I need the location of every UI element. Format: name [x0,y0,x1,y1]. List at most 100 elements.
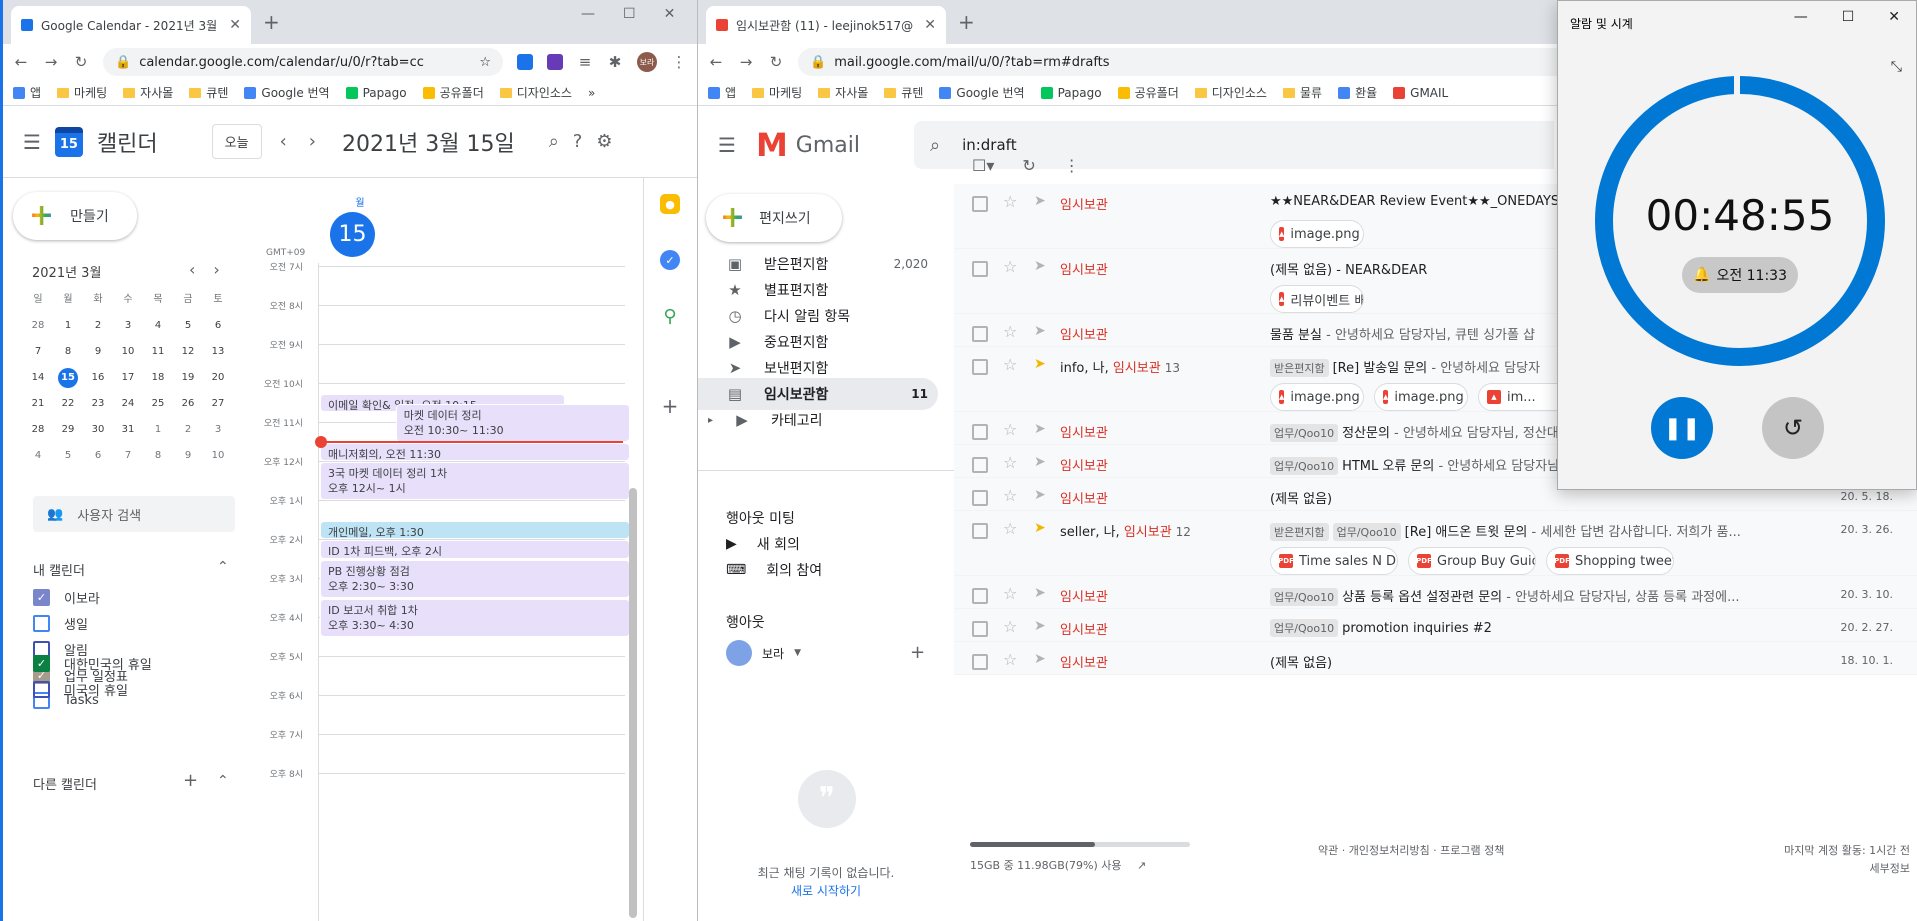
email-row[interactable]: ☆ ➤ 임시보관 업무/Qoo10 상품 등록 옵션 설정관련 문의 - 안녕하세요 담… [954,576,1917,609]
mini-day[interactable]: 18 [143,368,173,388]
day-number[interactable]: 15 [330,212,375,257]
compact-overlay-icon[interactable]: ⤡ [1891,59,1902,75]
email-label[interactable]: 업무/Qoo10 [1270,457,1339,475]
email-checkbox[interactable] [972,523,988,539]
bookmark-item[interactable]: 마케팅 [752,84,802,101]
importance-icon[interactable]: ➤ [1034,193,1046,209]
bookmark-apps[interactable]: 앱 [13,84,41,101]
today-button[interactable]: 오늘 [211,124,262,159]
bookmark-star-icon[interactable]: ☆ [479,55,491,70]
open-external-icon[interactable]: ↗ [1137,859,1146,872]
meet-join-meeting[interactable]: ⌨ 회의 참여 [726,560,822,580]
mini-day[interactable]: 27 [203,394,233,414]
email-checkbox[interactable] [972,261,988,277]
email-checkbox[interactable] [972,621,988,637]
reload-icon[interactable]: ↻ [73,53,89,71]
minimize-icon[interactable]: — [581,6,595,22]
mini-day[interactable]: 23 [83,394,113,414]
attachment-chip[interactable]: ▲ image.png [1374,383,1468,411]
back-icon[interactable]: ← [13,53,29,71]
calendar-item[interactable]: 미국의 휴일 [33,680,128,699]
importance-icon[interactable]: ➤ [1034,258,1046,274]
forward-icon[interactable]: → [43,53,59,71]
mini-day[interactable]: 2 [83,316,113,336]
bookmark-item[interactable]: Papago [1040,86,1102,100]
nav-item[interactable]: ▸ ▶ 카테고리 [698,404,938,436]
mini-day[interactable]: 5 [53,446,83,466]
star-icon[interactable]: ☆ [1003,650,1017,669]
add-chat-icon[interactable]: + [910,642,925,663]
reset-button[interactable]: ↺ [1762,397,1824,459]
details-link[interactable]: 세부정보 [1740,860,1910,878]
email-label[interactable]: 업무/Qoo10 [1332,523,1401,541]
user-search-field[interactable]: 👥 사용자 검색 [33,496,235,532]
email-label[interactable]: 받은편지함 [1270,359,1329,377]
tab-google-calendar[interactable]: Google Calendar - 2021년 3월 ✕ [11,6,251,44]
importance-icon[interactable]: ➤ [1034,454,1046,470]
calendar-event[interactable]: 3국 마켓 데이터 정리 1차 오후 12시~ 1시 [320,462,630,500]
importance-icon[interactable]: ➤ [1034,585,1046,601]
email-row[interactable]: ☆ ➤ seller, 나, 임시보관 12 받은편지함 업무/Qoo10 [Re] 애드온… [954,511,1917,576]
minimize-icon[interactable]: — [1794,9,1808,25]
mini-day[interactable]: 21 [23,394,53,414]
close-window-icon[interactable]: ✕ [1888,9,1900,25]
list-extension-icon[interactable]: ≡ [577,53,593,71]
bookmark-item[interactable]: 공유폴더 [1117,84,1179,101]
email-label[interactable]: 업무/Qoo10 [1270,424,1339,442]
keep-icon[interactable]: ● [660,194,680,214]
mini-day[interactable]: 28 [23,420,53,440]
star-icon[interactable]: ☆ [1003,257,1017,276]
mini-day[interactable]: 4 [23,446,53,466]
mini-day[interactable]: 29 [53,420,83,440]
new-tab-icon[interactable]: + [958,10,975,34]
add-calendar-icon[interactable]: + [183,770,198,791]
star-icon[interactable]: ☆ [1003,584,1017,603]
calendar-item[interactable]: 생일 [33,614,88,633]
mini-day[interactable]: 8 [53,342,83,362]
mini-day[interactable]: 2 [173,420,203,440]
importance-icon[interactable]: ➤ [1034,421,1046,437]
bookmark-item[interactable]: 물류 [1282,84,1322,101]
bookmark-item[interactable]: 앱 [708,84,736,101]
new-tab-icon[interactable]: + [263,10,280,34]
importance-icon[interactable]: ➤ [1034,487,1046,503]
calendar-checkbox[interactable]: ✓ [33,655,50,672]
back-icon[interactable]: ← [708,53,724,71]
refresh-icon[interactable]: ↻ [1022,156,1035,175]
mini-day[interactable]: 3 [203,420,233,440]
star-icon[interactable]: ☆ [1003,420,1017,439]
hangouts-user[interactable]: 보라 ▼ [726,640,801,666]
mini-prev-month-icon[interactable]: ‹ [189,260,195,279]
mini-day[interactable]: 30 [83,420,113,440]
more-actions-icon[interactable]: ⋮ [1064,156,1080,175]
email-checkbox[interactable] [972,359,988,375]
mini-day[interactable]: 10 [203,446,233,466]
calendar-checkbox[interactable] [33,615,50,632]
profile-avatar[interactable]: 보라 [637,52,657,72]
forward-icon[interactable]: → [738,53,754,71]
bookmark-google-translate[interactable]: Google 번역 [244,84,330,101]
mini-day[interactable]: 19 [173,368,203,388]
mini-day[interactable]: 1 [53,316,83,336]
attachment-chip[interactable]: ▲ image.png [1270,220,1364,248]
mini-day[interactable]: 22 [53,394,83,414]
email-checkbox[interactable] [972,326,988,342]
email-label[interactable]: 업무/Qoo10 [1270,619,1339,637]
mini-day[interactable]: 8 [143,446,173,466]
bookmark-folder[interactable]: 큐텐 [189,84,228,101]
expand-caret-icon[interactable]: ▸ [708,415,713,426]
tab-gmail[interactable]: 임시보관함 (11) - leejinok517@ ✕ [706,6,946,44]
bookmark-item[interactable]: 큐텐 [884,84,923,101]
mini-day[interactable]: 12 [173,342,203,362]
importance-icon[interactable]: ➤ [1034,323,1046,339]
collapse-other-calendars-icon[interactable]: ⌃ [217,773,229,789]
prev-day-icon[interactable]: ‹ [276,131,291,152]
mini-day[interactable]: 25 [143,394,173,414]
footer-links[interactable]: 약관 · 개인정보처리방침 · 프로그램 정책 [1318,842,1504,858]
mini-day[interactable]: 17 [113,368,143,388]
close-tab-icon[interactable]: ✕ [924,17,936,33]
mini-day[interactable]: 10 [113,342,143,362]
extension-icon[interactable] [547,54,563,70]
mini-day[interactable]: 14 [23,368,53,388]
email-checkbox[interactable] [972,457,988,473]
